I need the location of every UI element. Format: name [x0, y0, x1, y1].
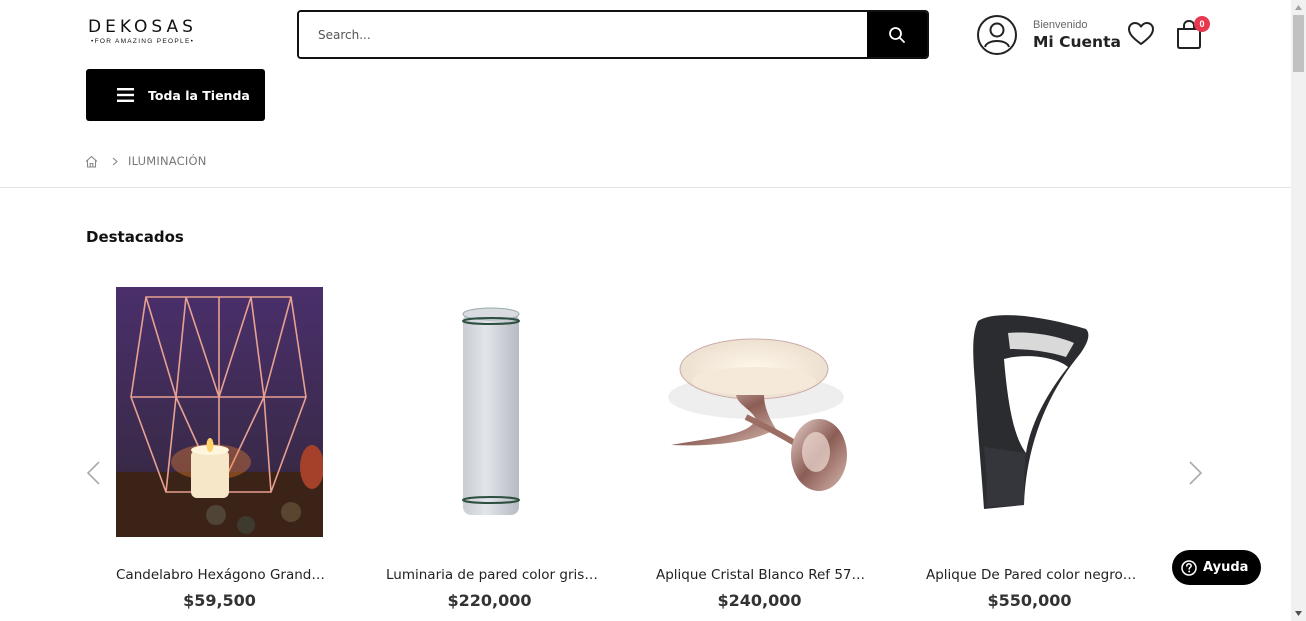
account-link[interactable]: Bienvenido Mi Cuenta — [976, 14, 1121, 56]
glass-sconce-image — [656, 287, 863, 537]
triangle-down-icon — [1295, 611, 1302, 616]
product-card[interactable]: Aplique De Pared color negro exterior $5… — [926, 287, 1142, 610]
all-store-button[interactable]: Toda la Tienda — [86, 69, 265, 121]
search-input[interactable] — [299, 12, 867, 57]
wall-cylinder-lamp-image — [462, 307, 520, 515]
search-icon — [889, 26, 905, 43]
product-image[interactable] — [926, 287, 1133, 537]
black-wall-lamp-image — [973, 315, 1089, 509]
account-label: Mi Cuenta — [1033, 32, 1121, 51]
all-store-label: Toda la Tienda — [148, 87, 250, 103]
section-title: Destacados — [86, 228, 184, 246]
carousel-prev-button[interactable] — [85, 460, 101, 491]
page: DEKOSAS •FOR AMAZING PEOPLE• Bienvenido … — [0, 0, 1291, 621]
product-price: $59,500 — [183, 591, 256, 610]
help-icon — [1181, 559, 1197, 576]
cart-button[interactable]: 0 — [1175, 16, 1210, 55]
chevron-right-icon — [112, 157, 118, 165]
chevron-left-icon — [86, 461, 100, 485]
scroll-thumb[interactable] — [1293, 15, 1304, 72]
product-name[interactable]: Luminaria de pared color gris exterior — [386, 567, 598, 583]
help-button[interactable]: Ayuda — [1172, 550, 1261, 585]
chevron-right-icon — [1189, 461, 1203, 485]
product-image[interactable] — [116, 287, 323, 537]
page-scrollbar[interactable] — [1291, 0, 1306, 621]
scroll-down-button[interactable] — [1291, 606, 1306, 621]
breadcrumb: ILUMINACIÓN — [85, 154, 207, 168]
cart-count-badge: 0 — [1194, 16, 1210, 32]
product-card[interactable]: Aplique Cristal Blanco Ref 5710 $240,000 — [656, 287, 872, 610]
heart-icon — [1128, 22, 1154, 45]
product-name[interactable]: Aplique Cristal Blanco Ref 5710 — [656, 567, 868, 583]
logo-tagline: •FOR AMAZING PEOPLE• — [91, 38, 195, 45]
product-price: $550,000 — [987, 591, 1072, 610]
carousel-next-button[interactable] — [1188, 460, 1204, 491]
product-card[interactable]: Candelabro Hexágono Grande Oro Rosa $59,… — [116, 287, 332, 610]
search-bar — [297, 10, 929, 59]
product-card[interactable]: Luminaria de pared color gris exterior $… — [386, 287, 602, 610]
product-price: $220,000 — [447, 591, 532, 610]
product-image[interactable] — [386, 287, 593, 537]
breadcrumb-current: ILUMINACIÓN — [128, 154, 207, 168]
user-icon — [977, 15, 1017, 55]
product-name[interactable]: Aplique De Pared color negro exterior — [926, 567, 1138, 583]
logo[interactable]: DEKOSAS •FOR AMAZING PEOPLE• — [88, 18, 206, 45]
account-text: Bienvenido Mi Cuenta — [1033, 19, 1121, 52]
welcome-text: Bienvenido — [1033, 18, 1088, 31]
product-image[interactable] — [656, 287, 863, 537]
candelabra-image — [116, 287, 323, 537]
scroll-up-button[interactable] — [1291, 0, 1306, 15]
wishlist-button[interactable] — [1127, 21, 1155, 52]
help-label: Ayuda — [1203, 560, 1249, 575]
header-divider — [0, 187, 1291, 188]
triangle-up-icon — [1295, 5, 1302, 10]
home-icon[interactable] — [85, 155, 98, 168]
product-price: $240,000 — [717, 591, 802, 610]
search-button[interactable] — [867, 12, 927, 57]
menu-icon — [117, 88, 134, 102]
logo-wordmark: DEKOSAS — [88, 17, 197, 37]
product-name[interactable]: Candelabro Hexágono Grande Oro Rosa — [116, 567, 328, 583]
